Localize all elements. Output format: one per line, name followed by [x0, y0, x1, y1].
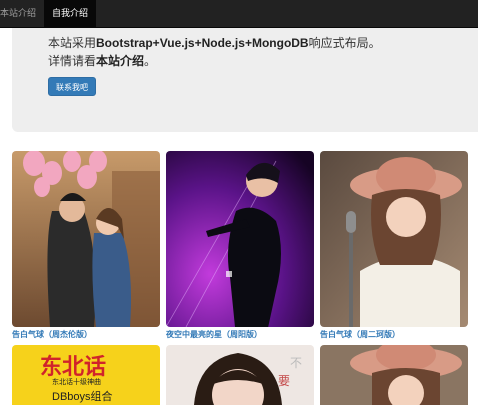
intro-line-details-prefix: 详情请看 — [48, 54, 97, 68]
tech-stack-text: Bootstrap+Vue.js+Node.js+MongoDB — [96, 36, 309, 50]
top-navbar: 本站介绍 自我介绍 — [0, 0, 478, 28]
intro-line-tech-prefix: 本站采用 — [48, 36, 97, 50]
intro-line-details-suffix: 。 — [144, 54, 157, 68]
intro-line-tech: 本站采用Bootstrap+Vue.js+Node.js+MongoDB响应式布… — [48, 34, 381, 51]
contact-me-button[interactable]: 联系我吧 — [48, 77, 96, 96]
song-card[interactable]: 告白气球（周杰伦版） — [12, 151, 160, 341]
song-thumbnail-portrait[interactable]: 不 要 — [166, 345, 314, 405]
song-thumbnail-pink-hat-2[interactable] — [320, 345, 468, 405]
song-caption[interactable]: 夜空中最亮的星（周阳版） — [166, 329, 262, 340]
nav-link-self-intro[interactable]: 自我介绍 — [44, 0, 96, 28]
intro-line-details: 详情请看本站介绍。 — [48, 52, 156, 69]
svg-text:不: 不 — [290, 356, 302, 370]
poster-group: DBboys组合 — [52, 391, 113, 403]
song-card[interactable]: 东北话 东北话十级神曲 DBboys组合 — [12, 345, 160, 405]
song-thumbnail-balloons[interactable] — [12, 151, 160, 327]
site-intro-link-text[interactable]: 本站介绍 — [96, 54, 144, 68]
song-card[interactable]: 告白气球（周二珂版） — [320, 151, 468, 341]
song-card[interactable]: 不 要 — [166, 345, 314, 405]
poster-subtitle: 东北话十级神曲 — [52, 379, 101, 386]
song-thumbnail-stage[interactable] — [166, 151, 314, 327]
song-caption[interactable]: 告白气球（周二珂版） — [320, 329, 400, 340]
nav-link-site-intro[interactable]: 本站介绍 — [0, 0, 38, 28]
intro-line-tech-suffix: 响应式布局。 — [308, 36, 381, 50]
song-thumbnail-poster[interactable]: 东北话 东北话十级神曲 DBboys组合 — [12, 345, 160, 405]
song-caption[interactable]: 告白气球（周杰伦版） — [12, 329, 92, 340]
svg-text:要: 要 — [278, 374, 290, 388]
song-card[interactable]: 夜空中最亮的星（周阳版） — [166, 151, 314, 341]
intro-jumbotron: 本站采用Bootstrap+Vue.js+Node.js+MongoDB响应式布… — [12, 28, 478, 132]
song-card[interactable] — [320, 345, 468, 405]
song-thumbnail-pink-hat[interactable] — [320, 151, 468, 327]
